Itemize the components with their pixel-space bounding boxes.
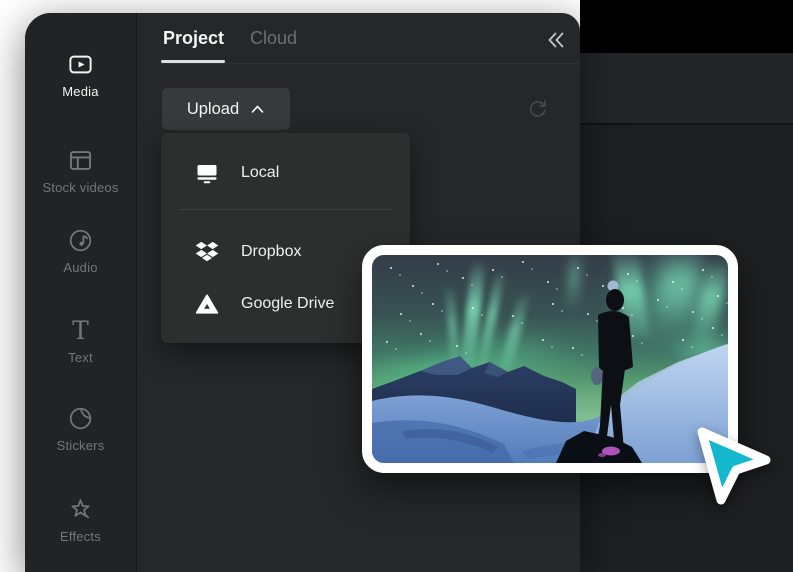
background-divider — [580, 123, 793, 125]
sticker-peel-icon — [67, 405, 94, 432]
tab-cloud[interactable]: Cloud — [250, 28, 297, 49]
upload-button-label: Upload — [187, 100, 239, 119]
upload-button[interactable]: Upload — [162, 88, 290, 130]
terrain-illustration — [372, 255, 728, 463]
dropbox-icon — [195, 240, 219, 264]
media-preview-card[interactable] — [362, 245, 738, 473]
google-drive-icon — [195, 292, 219, 316]
menu-item-local[interactable]: Local — [161, 147, 410, 199]
menu-item-label: Google Drive — [241, 295, 334, 313]
sidebar-item-label: Stickers — [57, 438, 105, 453]
sidebar-item-media[interactable]: Media — [25, 51, 136, 99]
refresh-button[interactable] — [526, 97, 549, 120]
refresh-icon — [526, 97, 549, 120]
tabs-divider — [157, 63, 580, 64]
sidebar-item-audio[interactable]: Audio — [25, 227, 136, 275]
media-video-icon — [67, 51, 94, 78]
aurora-photo — [372, 255, 728, 463]
sidebar-item-label: Stock videos — [42, 180, 118, 195]
sidebar-item-label: Audio — [63, 260, 97, 275]
sidebar-item-stickers[interactable]: Stickers — [25, 405, 136, 453]
panel-tabs: Project Cloud — [163, 28, 297, 49]
monitor-icon — [195, 161, 219, 185]
collapse-panel-button[interactable] — [545, 29, 567, 51]
sidebar-item-stock-videos[interactable]: Stock videos — [25, 147, 136, 195]
text-serif-t-icon: T — [72, 317, 89, 344]
background-top-strip — [580, 0, 793, 53]
sidebar-item-label: Text — [68, 350, 93, 365]
sidebar-item-effects[interactable]: Effects — [25, 496, 136, 544]
teal-pointer-arrow-icon — [692, 418, 776, 506]
chevron-up-icon — [250, 104, 265, 114]
magic-star-icon — [67, 496, 94, 523]
screenshot-stage: Media Stock videos Audio — [0, 0, 793, 572]
background-toolbar-band — [580, 53, 793, 123]
sidebar: Media Stock videos Audio — [25, 13, 137, 572]
sidebar-item-label: Media — [62, 84, 98, 99]
menu-item-label: Local — [241, 164, 279, 182]
audio-note-icon — [67, 227, 94, 254]
menu-item-label: Dropbox — [241, 243, 301, 261]
double-chevron-left-icon — [545, 29, 567, 51]
stock-videos-icon — [67, 147, 94, 174]
menu-divider — [179, 209, 392, 210]
sidebar-item-label: Effects — [60, 529, 101, 544]
sidebar-item-text[interactable]: T Text — [25, 317, 136, 365]
tab-project[interactable]: Project — [163, 28, 224, 49]
